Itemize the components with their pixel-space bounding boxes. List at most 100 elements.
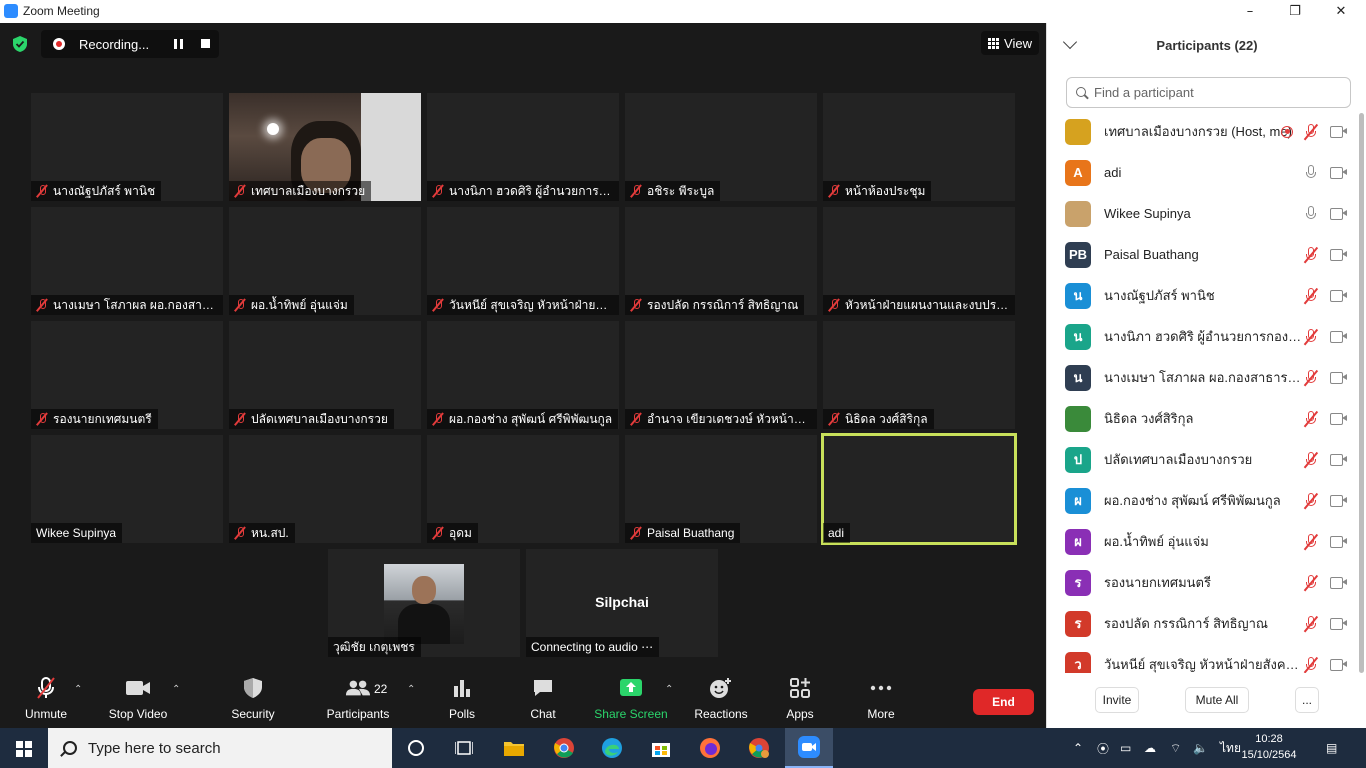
onedrive-cloud-icon[interactable]: ☁ [1144,728,1156,768]
participants-options-chevron-icon[interactable]: ⌃ [407,684,415,695]
participant-row[interactable]: ร รองนายกเทศมนตรี [1047,562,1357,603]
video-camera-icon[interactable] [1330,126,1347,138]
panel-more-button[interactable]: ... [1295,687,1319,713]
video-camera-icon[interactable] [1330,577,1347,589]
video-camera-icon[interactable] [1330,413,1347,425]
video-camera-icon[interactable] [1330,659,1347,671]
unmute-button[interactable]: Unmute [17,670,75,728]
taskbar-clock[interactable]: 10:28 15/10/2564 [1234,731,1304,763]
muted-mic-icon[interactable] [1305,410,1317,427]
video-tile[interactable]: รองปลัด กรรณิการ์ สิทธิญาณ [625,207,817,315]
participants-button[interactable]: Participants [322,670,394,728]
video-camera-icon[interactable] [1330,290,1347,302]
video-camera-icon[interactable] [1330,331,1347,343]
video-tile[interactable]: วันหนีย์ สุขเจริญ หัวหน้าฝ่ายสัง... [427,207,619,315]
video-tile[interactable]: นางณัฐปภัสร์ พานิช [31,93,223,201]
video-tile[interactable]: วุฒิชัย เกตุเพชร [328,549,520,657]
meet-now-icon[interactable]: ⦿ [1097,728,1109,768]
reactions-button[interactable]: Reactions [691,670,751,728]
zoom-taskbar-icon[interactable] [785,728,833,768]
muted-mic-icon[interactable] [1305,246,1317,263]
video-camera-icon[interactable] [1330,372,1347,384]
stop-recording-icon[interactable] [201,39,210,48]
video-tile[interactable]: ผอ.กองช่าง สุพัฒน์ ศรีพิพัฒนกูล [427,321,619,429]
video-tile[interactable]: นิธิดล วงศ์สิริกุล [823,321,1015,429]
video-camera-icon[interactable] [1330,536,1347,548]
participant-row[interactable]: Wikee Supinya [1047,193,1357,234]
muted-mic-icon[interactable] [1305,533,1317,550]
muted-mic-icon[interactable] [1305,615,1317,632]
wifi-icon[interactable]: ⌔ [1170,728,1181,768]
participant-search-input[interactable] [1094,85,1334,100]
participant-row[interactable]: ว วันหนีย์ สุขเจริญ หัวหน้าฝ่ายสังคมสง... [1047,644,1357,673]
video-tile[interactable]: อชิระ พีระบูล [625,93,817,201]
video-tile[interactable]: ปลัดเทศบาลเมืองบางกรวย [229,321,421,429]
participant-row[interactable]: น นางณัฐปภัสร์ พานิช [1047,275,1357,316]
video-camera-icon[interactable] [1330,618,1347,630]
invite-button[interactable]: Invite [1095,687,1139,713]
close-button[interactable]: ✕ [1318,0,1364,23]
store-icon[interactable] [637,728,685,768]
chrome-icon[interactable] [540,728,588,768]
participant-row[interactable]: ผ ผอ.น้ำทิพย์ อุ่นแจ่ม [1047,521,1357,562]
firefox-icon[interactable] [686,728,734,768]
participant-search[interactable] [1066,77,1351,108]
mute-all-button[interactable]: Mute All [1185,687,1249,713]
more-button[interactable]: More [860,670,902,728]
battery-icon[interactable]: ▭ [1120,728,1131,768]
video-options-chevron-icon[interactable]: ⌃ [172,684,180,695]
participant-row[interactable]: นิธิดล วงศ์สิริกุล [1047,398,1357,439]
muted-mic-icon[interactable] [1305,451,1317,468]
video-camera-icon[interactable] [1330,454,1347,466]
muted-mic-icon[interactable] [1305,287,1317,304]
mic-icon[interactable] [1305,164,1317,181]
notifications-icon[interactable]: ▤ [1326,728,1337,768]
video-tile[interactable]: Wikee Supinya [31,435,223,543]
muted-mic-icon[interactable] [1305,492,1317,509]
share-options-chevron-icon[interactable]: ⌃ [665,684,673,695]
muted-mic-icon[interactable] [1305,369,1317,386]
video-tile[interactable]: อำนาจ เขียวเดชวงษ์ หัวหน้าฝ่า... [625,321,817,429]
show-hidden-icons-chevron-icon[interactable]: ⌃ [1073,728,1083,768]
volume-icon[interactable]: 🔈 [1193,728,1208,768]
chrome-profile-icon[interactable] [735,728,783,768]
apps-button[interactable]: Apps [780,670,820,728]
taskbar-search-box[interactable]: Type here to search [48,728,392,768]
participant-row[interactable]: PB Paisal Buathang [1047,234,1357,275]
video-tile[interactable]: เทศบาลเมืองบางกรวย [229,93,421,201]
muted-mic-icon[interactable] [1305,574,1317,591]
share-screen-button[interactable]: Share Screen [594,670,668,728]
participant-row[interactable]: ผ ผอ.กองช่าง สุพัฒน์ ศรีพิพัฒนกูล [1047,480,1357,521]
video-camera-icon[interactable] [1330,495,1347,507]
end-meeting-button[interactable]: End [973,689,1034,715]
video-tile[interactable]: หน้าห้องประชุม [823,93,1015,201]
polls-button[interactable]: Polls [440,670,484,728]
restore-button[interactable]: ❐ [1272,0,1318,23]
participant-row[interactable]: น นางเมษา โสภาผล ผอ.กองสาธารณสุ... [1047,357,1357,398]
video-tile[interactable]: หัวหน้าฝ่ายแผนงานและงบประมา... [823,207,1015,315]
video-camera-icon[interactable] [1330,167,1347,179]
muted-mic-icon[interactable] [1305,656,1317,673]
video-tile[interactable]: Paisal Buathang [625,435,817,543]
view-button[interactable]: View [981,31,1039,55]
muted-mic-icon[interactable] [1305,328,1317,345]
muted-mic-icon[interactable] [1305,123,1317,140]
participant-row[interactable]: ป ปลัดเทศบาลเมืองบางกรวย [1047,439,1357,480]
file-explorer-icon[interactable] [490,728,538,768]
minimize-button[interactable]: – [1227,0,1273,23]
video-tile[interactable]: นางนิภา ฮวดศิริ ผู้อำนวยการก... [427,93,619,201]
stop-video-button[interactable]: Stop Video [104,670,172,728]
participant-row[interactable]: เทศบาลเมืองบางกรวย (Host, me) [1047,111,1357,152]
shield-icon[interactable] [12,35,28,53]
task-view-icon[interactable] [440,728,488,768]
windows-start-icon[interactable] [16,741,32,757]
video-camera-icon[interactable] [1330,249,1347,261]
participants-scrollbar[interactable] [1357,111,1365,673]
video-tile[interactable]: หน.สป. [229,435,421,543]
participant-row[interactable]: Aadi [1047,152,1357,193]
mic-icon[interactable] [1305,205,1317,222]
video-tile[interactable]: Silpchai Connecting to audio ⋯ [526,549,718,657]
video-tile[interactable]: adi [821,433,1017,545]
video-tile[interactable]: อุดม [427,435,619,543]
participant-row[interactable]: ร รองปลัด กรรณิการ์ สิทธิญาณ [1047,603,1357,644]
